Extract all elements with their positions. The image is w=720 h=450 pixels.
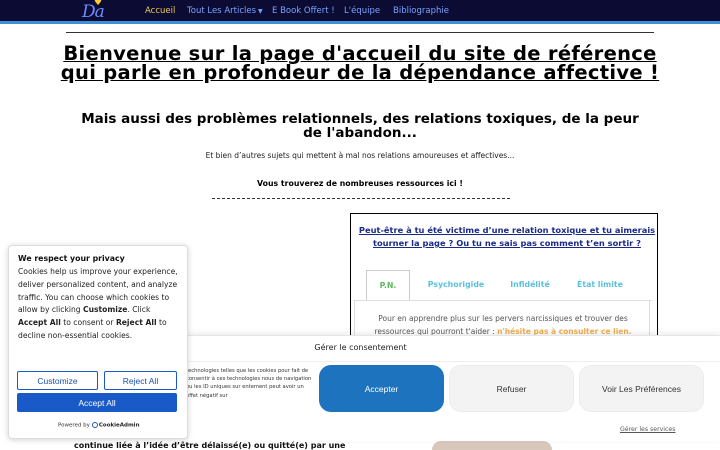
manage-services-link[interactable]: Gérer les services bbox=[620, 426, 675, 433]
tab-bar: P.N. Psychorigide Infidélité État limite bbox=[366, 270, 652, 300]
page-subtitle: Mais aussi des problèmes relationnels, d… bbox=[81, 111, 639, 141]
tab-underline bbox=[366, 300, 652, 301]
nav-ebook-label: E Book Offert ! bbox=[272, 6, 335, 16]
customize-button[interactable]: Customize bbox=[17, 371, 98, 390]
dashed-divider bbox=[212, 198, 510, 199]
nav-ebook[interactable]: E Book Offert ! bbox=[272, 6, 335, 16]
tab-etat-limite[interactable]: État limite bbox=[566, 270, 634, 300]
tab-pn[interactable]: P.N. bbox=[366, 270, 410, 300]
cookieadmin-logo-icon bbox=[91, 422, 98, 428]
nav-articles[interactable]: Tout Les Articles ▼ bbox=[187, 6, 263, 16]
resources-text: Vous trouverez de nombreuses ressources … bbox=[257, 179, 463, 188]
site-logo[interactable]: Da ♥ bbox=[82, 0, 105, 22]
tab-psychorigide[interactable]: Psychorigide bbox=[418, 270, 494, 300]
intro-text: Et bien d’autres sujets qui mettent à ma… bbox=[205, 151, 515, 160]
page-title: Bienvenue sur la page d'accueil du site … bbox=[60, 42, 660, 84]
refuse-button[interactable]: Refuser bbox=[449, 365, 574, 412]
article-image bbox=[432, 441, 552, 450]
powered-by[interactable]: Powered by CookieAdmin bbox=[58, 422, 139, 429]
consent-title: Gérer le consentement bbox=[314, 343, 407, 352]
cookie-body: Cookies help us improve your experience,… bbox=[18, 266, 178, 343]
accept-button[interactable]: Accepter bbox=[319, 365, 444, 412]
reject-all-button[interactable]: Reject All bbox=[104, 371, 177, 390]
preferences-button[interactable]: Voir Les Préférences bbox=[579, 365, 704, 412]
nav-accueil[interactable]: Accueil bbox=[145, 6, 175, 16]
cookie-body-3: to consent or bbox=[60, 318, 116, 328]
cookieadmin-brand: CookieAdmin bbox=[98, 422, 140, 429]
panel-title-link[interactable]: Peut-être à tu été victime d’une relatio… bbox=[358, 224, 656, 250]
consent-text: technologies telles que les cookies pour… bbox=[186, 368, 312, 399]
chevron-down-icon: ▼ bbox=[258, 8, 263, 15]
nav-articles-label: Tout Les Articles bbox=[187, 6, 257, 16]
heart-icon: ♥ bbox=[94, 0, 102, 8]
cookie-customize-word: Customize bbox=[83, 305, 128, 315]
nav-bibliographie-label: Bibliographie bbox=[393, 6, 449, 16]
consent-divider bbox=[188, 361, 720, 362]
cookie-body-2: . Click bbox=[127, 305, 151, 315]
powered-by-label: Powered by bbox=[58, 422, 90, 429]
article-excerpt: continue liée à l’idée d’être délaissé(e… bbox=[74, 441, 346, 450]
cookie-accept-word: Accept All bbox=[18, 318, 61, 328]
accept-all-button[interactable]: Accept All bbox=[17, 393, 177, 412]
nav-bibliographie[interactable]: Bibliographie bbox=[393, 6, 449, 16]
cookie-title: We respect your privacy bbox=[18, 254, 125, 263]
nav-accueil-label: Accueil bbox=[145, 6, 176, 16]
nav-equipe[interactable]: L'équipe bbox=[344, 6, 380, 16]
tab-infidelite[interactable]: Infidélité bbox=[500, 270, 560, 300]
top-divider bbox=[66, 32, 654, 33]
nav-equipe-label: L'équipe bbox=[344, 6, 381, 16]
top-navbar: Da ♥ Accueil Tout Les Articles ▼ E Book O… bbox=[0, 0, 720, 24]
cookie-reject-word: Reject All bbox=[115, 318, 157, 328]
